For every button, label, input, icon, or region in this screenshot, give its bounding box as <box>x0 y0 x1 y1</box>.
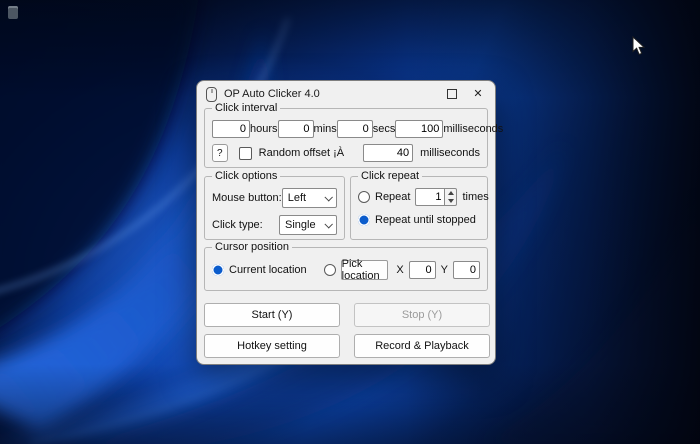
repeat-count-spinner[interactable] <box>415 188 457 206</box>
click-type-value: Single <box>285 219 316 231</box>
pick-location-label: Pick location <box>342 258 388 282</box>
cursor-position-row: Current location Pick location X Y <box>212 260 480 280</box>
hotkey-setting-button[interactable]: Hotkey setting <box>204 334 340 358</box>
secs-input[interactable] <box>337 120 373 138</box>
repeat-row: Repeat times <box>358 188 480 206</box>
pick-location-button[interactable]: Pick location <box>341 260 389 280</box>
desktop-stray-icon <box>8 6 18 19</box>
window-title: OP Auto Clicker 4.0 <box>224 88 439 100</box>
random-offset-checkbox[interactable] <box>239 147 252 160</box>
repeat-label: Repeat <box>375 191 410 203</box>
record-playback-button[interactable]: Record & Playback <box>354 334 490 358</box>
times-label: times <box>462 191 488 203</box>
close-icon: ✕ <box>473 89 482 100</box>
mins-label: mins <box>314 123 337 135</box>
random-offset-unit: milliseconds <box>420 147 480 159</box>
repeat-until-row: Repeat until stopped <box>358 214 480 226</box>
minimize-restore-icon <box>447 89 457 99</box>
click-options-legend: Click options <box>212 170 280 183</box>
mouse-button-row: Mouse button: Left <box>212 188 337 208</box>
click-options-group: Click options Mouse button: Left Click t… <box>204 176 345 240</box>
app-icon <box>206 87 217 102</box>
cursor-position-legend: Cursor position <box>212 241 292 254</box>
click-type-row: Click type: Single <box>212 215 337 235</box>
repeat-until-stopped-radio[interactable] <box>358 214 370 226</box>
repeat-until-stopped-label: Repeat until stopped <box>375 214 476 226</box>
y-input[interactable] <box>453 261 480 279</box>
record-playback-label: Record & Playback <box>375 340 469 352</box>
click-repeat-group: Click repeat Repeat times Repeat until s… <box>350 176 488 240</box>
repeat-count-input[interactable] <box>415 188 445 206</box>
stop-button-label: Stop (Y) <box>402 309 442 321</box>
close-button[interactable]: ✕ <box>465 84 491 104</box>
start-button[interactable]: Start (Y) <box>204 303 340 327</box>
y-label: Y <box>441 264 448 276</box>
click-type-dropdown[interactable]: Single <box>279 215 337 235</box>
stop-button[interactable]: Stop (Y) <box>354 303 490 327</box>
mouse-button-dropdown[interactable]: Left <box>282 188 337 208</box>
click-repeat-legend: Click repeat <box>358 170 422 183</box>
op-auto-clicker-window: OP Auto Clicker 4.0 ✕ Click interval hou… <box>196 80 496 365</box>
chevron-down-icon <box>324 220 332 228</box>
spin-down-icon <box>448 199 454 203</box>
spinner-buttons[interactable] <box>445 188 457 206</box>
click-interval-legend: Click interval <box>212 102 280 115</box>
chevron-down-icon <box>324 193 332 201</box>
current-location-radio[interactable] <box>212 264 224 276</box>
start-button-label: Start (Y) <box>252 309 293 321</box>
milliseconds-input[interactable] <box>395 120 443 138</box>
mins-input[interactable] <box>278 120 314 138</box>
milliseconds-label: milliseconds <box>443 123 503 135</box>
mouse-button-label: Mouse button: <box>212 192 282 204</box>
hours-input[interactable] <box>212 120 250 138</box>
cursor-position-group: Cursor position Current location Pick lo… <box>204 247 488 291</box>
x-input[interactable] <box>409 261 436 279</box>
interval-row: hours mins secs milliseconds <box>212 120 480 138</box>
pick-location-radio[interactable] <box>324 264 336 276</box>
random-offset-input[interactable] <box>363 144 413 162</box>
help-button[interactable]: ? <box>212 144 228 162</box>
spin-up-icon <box>448 191 454 195</box>
current-location-label: Current location <box>229 264 307 276</box>
random-offset-label: Random offset ¡À <box>259 147 344 159</box>
x-label: X <box>396 264 403 276</box>
repeat-radio[interactable] <box>358 191 370 203</box>
mouse-button-value: Left <box>288 192 306 204</box>
secs-label: secs <box>373 123 396 135</box>
click-type-label: Click type: <box>212 219 263 231</box>
random-offset-row: ? Random offset ¡À milliseconds <box>212 144 480 162</box>
mouse-cursor <box>632 36 646 56</box>
minimize-restore-button[interactable] <box>439 84 465 104</box>
click-interval-group: Click interval hours mins secs milliseco… <box>204 108 488 168</box>
hours-label: hours <box>250 123 278 135</box>
hotkey-setting-label: Hotkey setting <box>237 340 307 352</box>
